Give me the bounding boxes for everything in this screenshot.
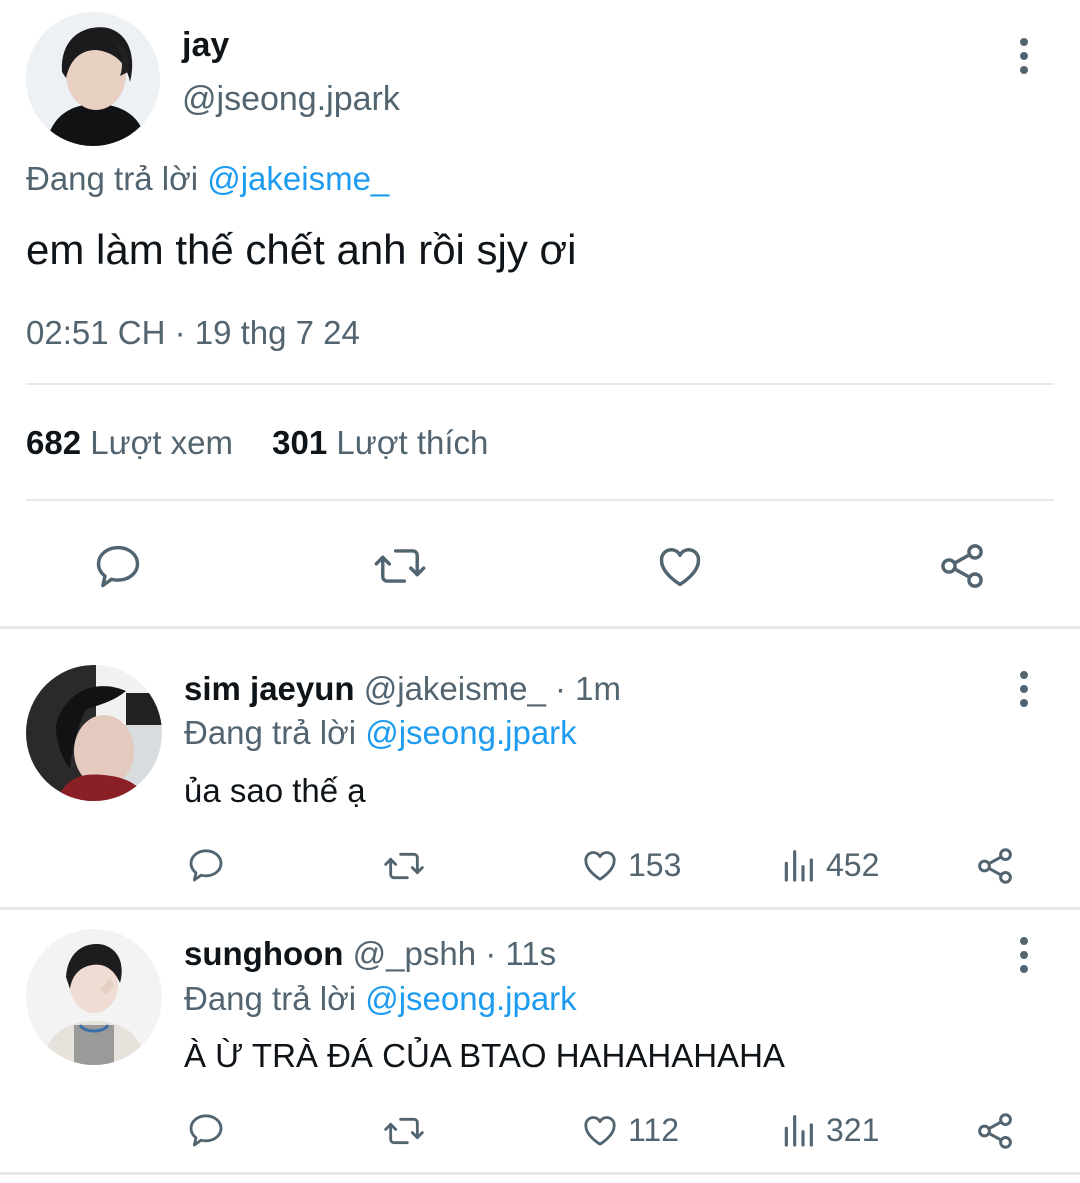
reply-avatar[interactable]: [26, 929, 162, 1065]
views-count: 452: [826, 846, 880, 883]
more-icon[interactable]: [1018, 38, 1030, 74]
share-icon[interactable]: [936, 540, 988, 592]
reply-text: À Ừ TRÀ ĐÁ CỦA BTAO HAHAHAHAHA: [184, 1037, 785, 1074]
engagement-stats: 682 Lượt xem 301 Lượt thích: [26, 424, 488, 462]
section-divider: [0, 907, 1080, 910]
reply-context-label: Đang trả lời: [184, 714, 357, 751]
like-button[interactable]: 112: [580, 1110, 679, 1150]
more-icon[interactable]: [1018, 937, 1030, 973]
retweet-icon[interactable]: [382, 846, 426, 886]
main-avatar[interactable]: [26, 12, 160, 146]
main-author-name[interactable]: jay: [182, 26, 229, 65]
reply-avatar[interactable]: [26, 665, 162, 801]
divider: [26, 383, 1054, 385]
section-divider: [0, 1172, 1080, 1175]
reply-header: sim jaeyun @jakeisme_ · 1m: [184, 670, 621, 708]
views-count: 682: [26, 424, 82, 461]
reply-time[interactable]: · 1m: [555, 670, 621, 707]
views-button[interactable]: 452: [780, 845, 879, 885]
reply-author-name[interactable]: sunghoon: [184, 935, 343, 972]
reply-text: ủa sao thế ạ: [184, 772, 366, 809]
section-divider: [0, 626, 1080, 629]
like-count: 112: [628, 1111, 680, 1148]
retweet-icon[interactable]: [382, 1111, 426, 1151]
views-icon: [780, 845, 816, 885]
reply-author-name[interactable]: sim jaeyun: [184, 670, 355, 707]
like-count: 153: [628, 846, 682, 883]
retweet-icon[interactable]: [372, 540, 428, 592]
reply-context-label: Đang trả lời: [184, 980, 357, 1017]
like-icon: [580, 1110, 620, 1150]
views-count: 321: [826, 1111, 880, 1148]
likes-label[interactable]: Lượt thích: [336, 424, 488, 461]
reply-author-handle[interactable]: @_pshh: [353, 935, 476, 972]
views-icon: [780, 1110, 816, 1150]
main-author-handle[interactable]: @jseong.jpark: [182, 80, 400, 119]
reply-context: Đang trả lời @jseong.jpark: [184, 980, 577, 1018]
more-icon[interactable]: [1018, 671, 1030, 707]
like-icon: [580, 845, 620, 885]
reply-time[interactable]: · 11s: [485, 935, 556, 972]
likes-count: 301: [272, 424, 328, 461]
tweet-text: em làm thế chết anh rồi sjy ơi: [26, 226, 577, 273]
reply-context-mention[interactable]: @jseong.jpark: [365, 980, 576, 1017]
reply-context-mention[interactable]: @jakeisme_: [207, 160, 389, 197]
reply-header: sunghoon @_pshh · 11s: [184, 935, 556, 973]
reply-context-mention[interactable]: @jseong.jpark: [365, 714, 576, 751]
like-button[interactable]: 153: [580, 845, 681, 885]
like-icon[interactable]: [654, 540, 706, 592]
tweet-timestamp[interactable]: 02:51 CH · 19 thg 7 24: [26, 314, 360, 352]
reply-context-label: Đang trả lời: [26, 160, 199, 197]
share-icon[interactable]: [974, 1110, 1016, 1152]
divider: [26, 499, 1054, 501]
views-label[interactable]: Lượt xem: [90, 424, 233, 461]
reply-context: Đang trả lời @jakeisme_: [26, 160, 389, 198]
reply-icon[interactable]: [92, 540, 144, 592]
reply-icon[interactable]: [186, 1110, 226, 1150]
reply-context: Đang trả lời @jseong.jpark: [184, 714, 577, 752]
reply-author-handle[interactable]: @jakeisme_: [364, 670, 546, 707]
views-button[interactable]: 321: [780, 1110, 879, 1150]
share-icon[interactable]: [974, 845, 1016, 887]
reply-icon[interactable]: [186, 845, 226, 885]
